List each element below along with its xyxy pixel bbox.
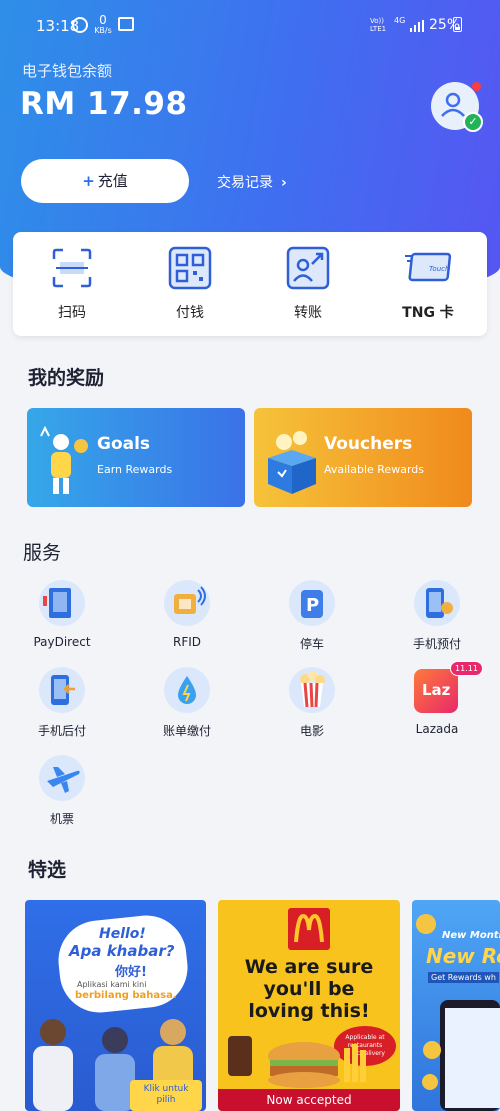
vouchers-subtitle: Available Rewards [324, 463, 424, 476]
status-bar: 13:18 0 KB/s Vo)) LTE1 4G 25% [0, 0, 500, 56]
gallery-icon [118, 17, 134, 31]
action-tng-card[interactable]: Touch TNG 卡 [369, 232, 487, 336]
promo-banner-mcdonalds[interactable]: We are sure you'll be loving this! Appli… [218, 900, 400, 1111]
transaction-history-link[interactable]: 交易记录 › [217, 172, 287, 192]
vouchers-title: Vouchers [324, 434, 413, 454]
lazada-badge: 11.11 [450, 661, 483, 676]
paydirect-icon [39, 580, 85, 626]
action-label: 转账 [294, 305, 322, 321]
goals-illustration [40, 426, 88, 494]
promo1-cta[interactable]: Klik untuk pilih [130, 1080, 202, 1111]
action-scan[interactable]: 扫码 [13, 232, 131, 336]
battery-icon [453, 17, 462, 32]
chevron-right-icon: › [281, 175, 287, 191]
action-label: 付钱 [176, 305, 204, 321]
goals-subtitle: Earn Rewards [97, 463, 173, 476]
tng-card-icon: Touch [405, 252, 452, 282]
voucher-box-illustration [268, 431, 316, 494]
goals-card[interactable]: Goals Earn Rewards [27, 408, 245, 507]
action-transfer[interactable]: 转账 [249, 232, 367, 336]
featured-section-title: 特选 [28, 859, 67, 881]
svg-text:Touch: Touch [429, 265, 449, 273]
parking-icon: P [289, 580, 335, 626]
qr-pay-icon [168, 246, 212, 290]
vouchers-card[interactable]: Vouchers Available Rewards [254, 408, 472, 507]
promo-banner-language[interactable]: Hello! Apa khabar? 你好! Aplikasi kami kin… [25, 900, 206, 1111]
postpaid-icon [39, 667, 85, 713]
promo-banner-new-month[interactable]: New Month New Re Get Rewards wh [412, 900, 500, 1111]
lazada-icon: Laz [414, 669, 458, 713]
rewards-section-title: 我的奖励 [28, 367, 105, 389]
volte-indicator: Vo)) LTE1 [370, 17, 387, 33]
goals-title: Goals [97, 434, 151, 454]
profile-avatar[interactable]: ✓ [431, 82, 483, 132]
whatsapp-icon [72, 17, 88, 33]
quick-actions-card: 扫码 付钱 转账 Touch TNG 卡 [13, 232, 487, 336]
services-section-title: 服务 [23, 542, 62, 564]
flight-icon [39, 755, 85, 801]
scan-icon [52, 248, 92, 288]
notification-dot [472, 82, 481, 91]
balance-amount: RM 17.98 [20, 86, 188, 122]
action-pay[interactable]: 付钱 [131, 232, 249, 336]
prepaid-icon [414, 580, 460, 626]
movie-icon [289, 667, 335, 713]
network-speed: 0 KB/s [94, 13, 112, 35]
network-type: 4G [394, 16, 406, 25]
transfer-icon [286, 246, 330, 290]
action-label: 扫码 [58, 305, 86, 321]
action-label: TNG 卡 [402, 305, 454, 321]
promo3-coin [416, 914, 436, 934]
bill-icon [164, 667, 210, 713]
signal-icon [410, 20, 424, 32]
svg-text:P: P [306, 595, 319, 616]
rfid-icon [164, 580, 210, 626]
mcdonalds-logo [288, 908, 330, 950]
promo2-food-illustration [228, 1036, 366, 1088]
balance-label: 电子钱包余额 [22, 62, 113, 80]
promo3-phone-illustration [422, 1000, 500, 1111]
verified-check-icon: ✓ [463, 112, 483, 132]
topup-button[interactable]: + 充值 [21, 159, 189, 203]
